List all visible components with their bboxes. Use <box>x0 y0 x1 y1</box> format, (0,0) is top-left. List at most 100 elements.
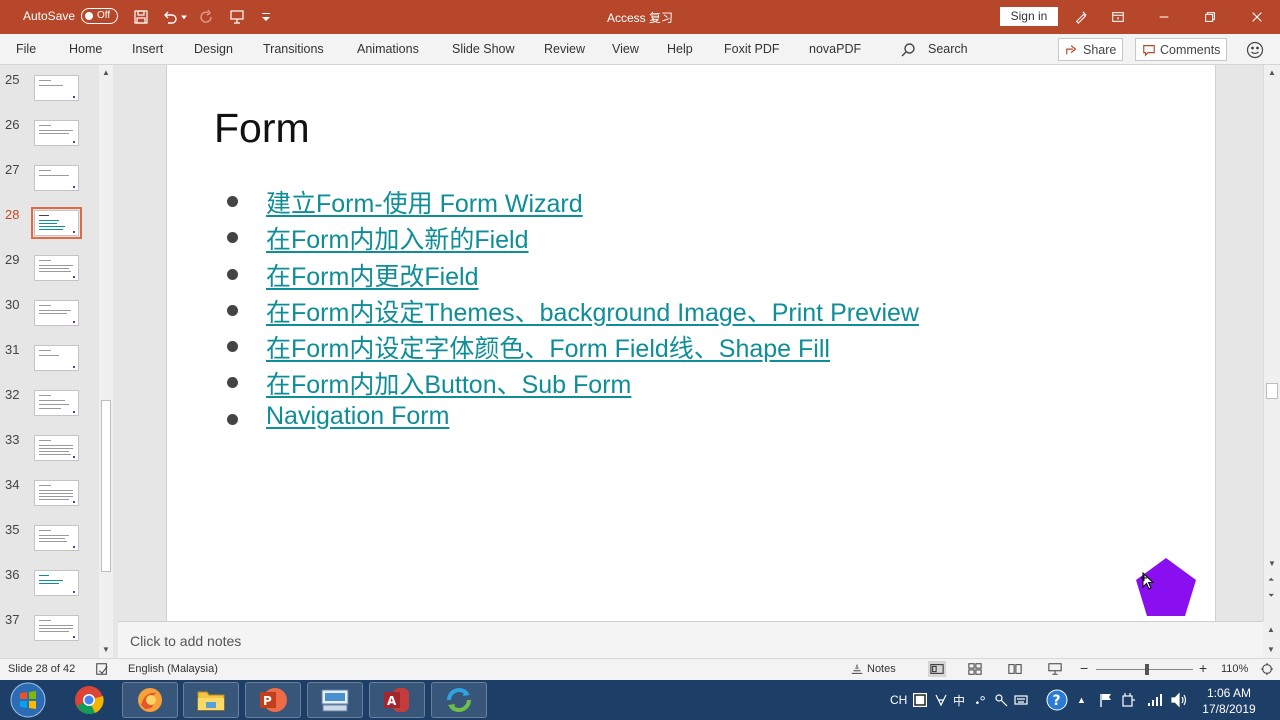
firefox-icon[interactable] <box>122 682 178 718</box>
keyboard-app-icon[interactable] <box>307 682 363 718</box>
chrome-icon[interactable] <box>61 682 117 718</box>
notes-scrollbar[interactable]: ▲ ▼ <box>1263 621 1280 658</box>
show-hidden-icons-icon[interactable]: ▲ <box>1077 680 1086 720</box>
sync-app-icon[interactable] <box>431 682 487 718</box>
menu-insert[interactable]: Insert <box>132 42 163 56</box>
slide-thumbnail-34[interactable]: 34 <box>0 477 98 522</box>
slide-thumbnail-32[interactable]: 32 <box>0 387 98 432</box>
comments-button[interactable]: Comments <box>1135 38 1228 61</box>
scroll-down-icon[interactable]: ▼ <box>102 645 110 654</box>
slideshow-view-icon[interactable] <box>1048 662 1062 679</box>
system-clock[interactable]: 1:06 AM 17/8/2019 <box>1196 685 1262 717</box>
power-icon[interactable] <box>1120 680 1136 720</box>
ime-chinese-indicator[interactable]: 中 <box>953 680 965 720</box>
slide-thumbnail-33[interactable]: 33 <box>0 432 98 477</box>
menu-transitions[interactable]: Transitions <box>263 42 324 56</box>
notes-pane[interactable]: Click to add notes <box>118 621 1263 658</box>
scroll-up-icon[interactable]: ▲ <box>102 68 110 77</box>
ime-mode-icon[interactable] <box>933 680 949 720</box>
bullet-link[interactable]: 在Form内更改Field <box>266 257 479 293</box>
ime-punctuation-icon[interactable] <box>973 680 987 720</box>
search-icon[interactable] <box>900 42 916 58</box>
scroll-up-icon[interactable]: ▲ <box>1268 68 1276 77</box>
bullet-link[interactable]: 建立Form-使用 Form Wizard <box>266 184 583 220</box>
powerpoint-icon[interactable]: P <box>245 682 301 718</box>
menu-novapdf[interactable]: novaPDF <box>809 42 861 56</box>
redo-icon[interactable] <box>197 7 217 27</box>
scroll-down-icon[interactable]: ▼ <box>1267 645 1275 654</box>
normal-view-icon[interactable] <box>928 661 946 677</box>
menu-design[interactable]: Design <box>194 42 233 56</box>
share-button[interactable]: Share <box>1058 38 1124 61</box>
restore-icon[interactable] <box>1187 0 1233 34</box>
spellcheck-icon[interactable] <box>95 662 109 679</box>
next-slide-icon[interactable]: ⏷ <box>1268 591 1274 601</box>
menu-help[interactable]: Help <box>667 42 693 56</box>
bullet-link[interactable]: 在Form内加入新的Field <box>266 220 529 256</box>
minimize-icon[interactable] <box>1141 0 1187 34</box>
present-icon[interactable] <box>227 7 247 27</box>
file-explorer-icon[interactable] <box>183 682 239 718</box>
bullet-link[interactable]: 在Form内加入Button、Sub Form <box>266 365 631 401</box>
notes-icon[interactable] <box>850 662 864 679</box>
windows-start-icon[interactable] <box>6 681 50 719</box>
slide-thumbnail-25[interactable]: 25 <box>0 72 98 117</box>
previous-slide-icon[interactable]: ⏶ <box>1268 575 1274 585</box>
help-icon[interactable]: ? <box>1046 680 1068 720</box>
bullet-link[interactable]: Navigation Form <box>266 402 449 431</box>
notes-toggle[interactable]: Notes <box>867 663 896 675</box>
menu-foxit-pdf[interactable]: Foxit PDF <box>724 42 780 56</box>
volume-icon[interactable] <box>1170 680 1188 720</box>
slide-thumbnail-27[interactable]: 27 <box>0 162 98 207</box>
zoom-out-icon[interactable]: − <box>1080 660 1088 676</box>
menu-review[interactable]: Review <box>544 42 585 56</box>
bullet-link[interactable]: 在Form内设定字体颜色、Form Field线、Shape Fill <box>266 329 830 365</box>
input-language[interactable]: CH <box>890 680 907 720</box>
language-indicator[interactable]: English (Malaysia) <box>128 663 218 675</box>
slide-thumbnail-35[interactable]: 35 <box>0 522 98 567</box>
search-label[interactable]: Search <box>928 42 968 56</box>
slide-title[interactable]: Form <box>214 105 310 152</box>
slide-thumbnail-36[interactable]: 36 <box>0 567 98 612</box>
smiley-feedback-icon[interactable] <box>1246 41 1264 59</box>
scroll-down-icon[interactable]: ▼ <box>1268 559 1276 568</box>
slide-thumbnail-29[interactable]: 29 <box>0 252 98 297</box>
menu-animations[interactable]: Animations <box>357 42 419 56</box>
access-icon[interactable]: A <box>369 682 425 718</box>
menu-file[interactable]: File <box>16 42 36 56</box>
bullet-link[interactable]: 在Form内设定Themes、background Image、Print Pr… <box>266 293 919 329</box>
reading-view-icon[interactable] <box>1008 662 1022 679</box>
network-icon[interactable] <box>1146 680 1164 720</box>
thumbnail-scroll-thumb[interactable] <box>101 400 111 572</box>
fit-slide-icon[interactable] <box>1260 662 1274 679</box>
ime-keyboard-icon[interactable] <box>1013 680 1029 720</box>
sign-in-button[interactable]: Sign in <box>1000 7 1058 26</box>
zoom-slider-handle[interactable] <box>1145 664 1149 675</box>
close-icon[interactable] <box>1234 0 1280 34</box>
slide-scrollbar[interactable]: ▲ ▼ ⏶ ⏷ <box>1263 65 1280 621</box>
zoom-in-icon[interactable]: + <box>1199 660 1207 676</box>
slide-sorter-icon[interactable] <box>968 662 982 679</box>
ime-settings-icon[interactable] <box>993 680 1009 720</box>
menu-slide-show[interactable]: Slide Show <box>452 42 515 56</box>
ime-toolbar-icon[interactable] <box>912 680 928 720</box>
thumbnail-scrollbar[interactable]: ▲ ▼ <box>99 65 113 658</box>
menu-view[interactable]: View <box>612 42 639 56</box>
slide-thumbnail-26[interactable]: 26 <box>0 117 98 162</box>
scroll-up-icon[interactable]: ▲ <box>1267 625 1275 634</box>
slide-thumbnail-37[interactable]: 37 <box>0 612 98 657</box>
undo-dropdown-icon[interactable] <box>178 7 190 27</box>
ribbon-display-icon[interactable] <box>1095 0 1141 34</box>
undo-icon[interactable] <box>160 7 180 27</box>
autosave-toggle[interactable]: Off <box>81 8 118 24</box>
zoom-level[interactable]: 110% <box>1221 663 1248 675</box>
customize-toolbar-icon[interactable] <box>256 7 276 27</box>
slide-canvas[interactable]: Form 建立Form-使用 Form Wizard 在Form内加入新的Fie… <box>166 65 1216 621</box>
slide-thumbnail-30[interactable]: 30 <box>0 297 98 342</box>
slide-thumbnail-31[interactable]: 31 <box>0 342 98 387</box>
menu-home[interactable]: Home <box>69 42 102 56</box>
slide-scroll-thumb[interactable] <box>1266 383 1278 399</box>
save-icon[interactable] <box>131 7 151 27</box>
action-center-flag-icon[interactable] <box>1098 680 1114 720</box>
slide-thumbnail-28[interactable]: 28 <box>0 207 98 252</box>
